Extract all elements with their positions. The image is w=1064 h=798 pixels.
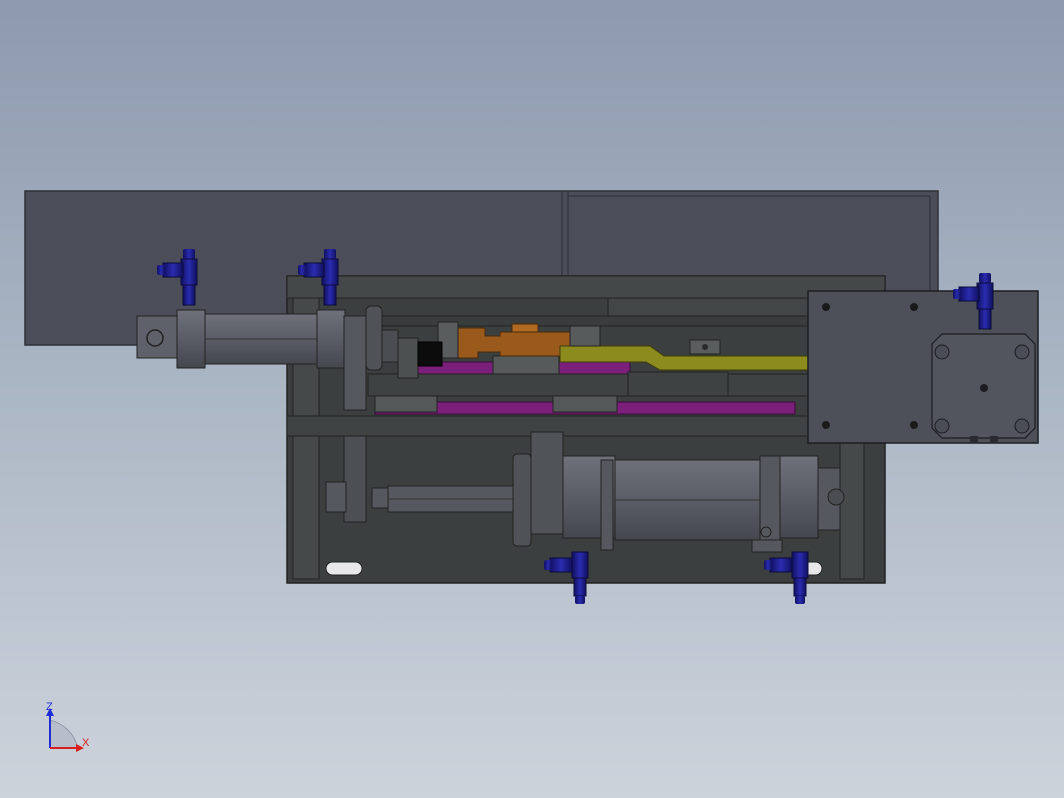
upper-pneumatic-cylinder [136, 305, 399, 411]
cad-model-viewport[interactable]: Z X [0, 0, 1064, 798]
mounting-slot-left [325, 561, 363, 576]
x-axis-label: X [82, 737, 90, 749]
compact-cylinder-plate [807, 290, 1039, 444]
z-axis-label: Z [46, 701, 53, 713]
coordinate-triad: Z X [46, 701, 90, 752]
